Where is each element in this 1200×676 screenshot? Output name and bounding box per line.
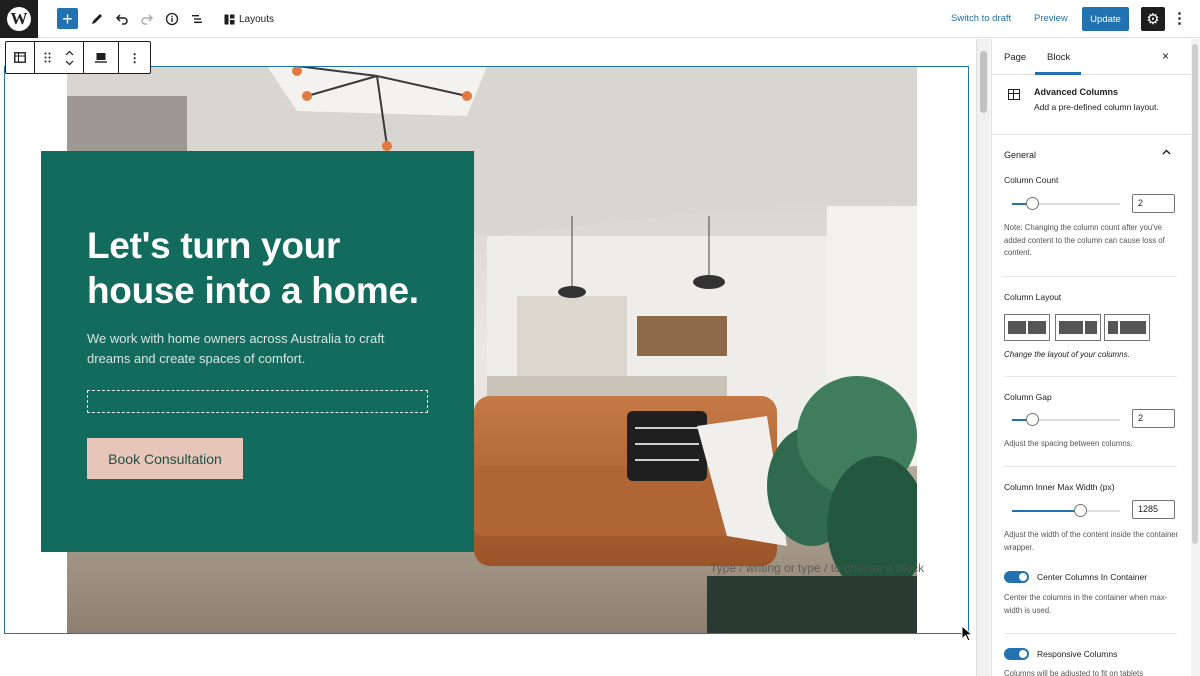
block-toolbar: ⋮ — [5, 41, 151, 74]
close-sidebar-button[interactable]: × — [1162, 49, 1169, 63]
divider — [1004, 376, 1177, 377]
center-columns-help: Center the columns in the container when… — [1004, 593, 1168, 615]
table-icon — [13, 52, 26, 63]
align-icon — [95, 53, 108, 63]
add-block-button[interactable]: + — [57, 8, 78, 29]
block-hint-text: Type / writing or type / to choose a blo… — [710, 561, 925, 575]
book-consultation-button[interactable]: Book Consultation — [87, 438, 243, 479]
column-count-slider-knob[interactable] — [1026, 197, 1039, 210]
responsive-columns-label: Responsive Columns — [1037, 649, 1118, 659]
block-description: Add a pre-defined column layout. — [1034, 102, 1159, 112]
editor-top-toolbar: W + Layouts Switch to draft Preview Upda… — [0, 0, 1200, 38]
column-gap-label: Column Gap — [1004, 392, 1052, 402]
wordpress-logo-button[interactable]: W — [0, 0, 38, 38]
settings-sidebar: Page Block × Advanced Columns Add a pre-… — [991, 39, 1200, 676]
hero-card[interactable]: Let's turn your house into a home. We wo… — [41, 151, 474, 552]
canvas-scrollbar-thumb[interactable] — [980, 51, 987, 113]
list-view-button[interactable] — [187, 8, 207, 30]
inner-max-width-slider[interactable] — [1012, 504, 1120, 517]
inner-max-width-input[interactable]: 1285 — [1132, 500, 1175, 519]
column-count-slider[interactable] — [1012, 197, 1120, 210]
inner-max-width-slider-knob[interactable] — [1074, 504, 1087, 517]
block-card: Advanced Columns Add a pre-defined colum… — [992, 75, 1192, 135]
move-controls — [35, 42, 85, 73]
editor-canvas[interactable]: ⋮ Let's turn your house into a home. We … — [0, 39, 976, 676]
switch-to-draft-link[interactable]: Switch to draft — [951, 13, 1011, 24]
layout-col — [1059, 321, 1083, 334]
preview-link[interactable]: Preview — [1034, 13, 1068, 24]
update-button[interactable]: Update — [1082, 7, 1129, 31]
divider — [1004, 633, 1177, 634]
layout-col — [1085, 321, 1097, 334]
inner-max-width-label: Column Inner Max Width (px) — [1004, 482, 1115, 492]
redo-button[interactable] — [137, 8, 157, 30]
layout-col — [1028, 321, 1046, 334]
sidebar-tabs: Page Block × — [992, 39, 1192, 75]
undo-icon — [115, 14, 128, 25]
column-gap-input[interactable]: 2 — [1132, 409, 1175, 428]
column-count-label: Column Count — [1004, 175, 1059, 185]
column-count-note: Note: Changing the column count after yo… — [1004, 223, 1165, 257]
empty-block-placeholder[interactable] — [87, 390, 428, 413]
settings-button[interactable]: ⚙ — [1141, 7, 1165, 31]
general-panel-title[interactable]: General — [1004, 150, 1036, 160]
sidebar-scrollbar-thumb[interactable] — [1192, 44, 1198, 544]
layouts-label: Layouts — [239, 13, 275, 25]
layout-option-wide-right[interactable] — [1104, 314, 1150, 341]
info-icon — [165, 12, 179, 26]
layout-option-wide-left[interactable] — [1055, 314, 1101, 341]
layout-col — [1120, 321, 1146, 334]
inner-max-width-slider-fill — [1012, 510, 1080, 512]
divider — [1004, 276, 1177, 277]
gear-icon: ⚙ — [1146, 11, 1160, 28]
close-icon: × — [1162, 49, 1170, 63]
hero-subtitle[interactable]: We work with home owners across Australi… — [87, 329, 417, 369]
wordpress-logo-icon: W — [7, 7, 31, 31]
list-view-icon — [192, 15, 202, 23]
column-gap-slider-knob[interactable] — [1026, 413, 1039, 426]
column-count-input[interactable]: 2 — [1132, 194, 1175, 213]
block-options-button[interactable]: ⋮ — [119, 42, 150, 73]
center-columns-label: Center Columns In Container — [1037, 572, 1148, 582]
mouse-cursor-icon — [961, 625, 973, 642]
responsive-columns-help: Columns will be adjusted to fit on table… — [1004, 669, 1144, 676]
layout-option-equal[interactable] — [1004, 314, 1050, 341]
responsive-columns-toggle[interactable] — [1004, 648, 1029, 660]
layouts-button[interactable]: Layouts — [224, 8, 274, 30]
columns-block-icon — [1008, 89, 1020, 100]
layout-col — [1108, 321, 1118, 334]
column-gap-slider[interactable] — [1012, 413, 1120, 426]
center-columns-toggle[interactable] — [1004, 571, 1029, 583]
tab-block[interactable]: Block — [1047, 52, 1070, 63]
divider — [1004, 466, 1177, 467]
align-button[interactable] — [84, 42, 120, 73]
move-up-down-icon[interactable] — [65, 49, 74, 67]
details-button[interactable] — [162, 8, 182, 30]
column-gap-help: Adjust the spacing between columns. — [1004, 439, 1133, 448]
column-layout-label: Column Layout — [1004, 292, 1062, 302]
undo-button[interactable] — [112, 8, 132, 30]
chevron-up-icon[interactable] — [1161, 147, 1172, 158]
edit-tool-button[interactable] — [87, 8, 107, 30]
inner-max-width-help: Adjust the width of the content inside t… — [1004, 530, 1179, 552]
canvas-scrollbar[interactable] — [976, 39, 990, 676]
layouts-icon — [224, 14, 235, 24]
tab-page[interactable]: Page — [1004, 52, 1026, 63]
pencil-icon — [92, 14, 102, 24]
block-name: Advanced Columns — [1034, 87, 1119, 97]
layout-col — [1008, 321, 1026, 334]
hero-title[interactable]: Let's turn your house into a home. — [87, 223, 447, 313]
redo-icon — [141, 14, 154, 25]
block-type-button[interactable] — [6, 42, 35, 73]
column-layout-note: Change the layout of your columns. — [1004, 350, 1130, 359]
drag-handle-icon[interactable] — [44, 52, 51, 63]
more-options-button[interactable]: ⋮ — [1172, 9, 1187, 27]
sidebar-scrollbar[interactable] — [1191, 39, 1200, 676]
